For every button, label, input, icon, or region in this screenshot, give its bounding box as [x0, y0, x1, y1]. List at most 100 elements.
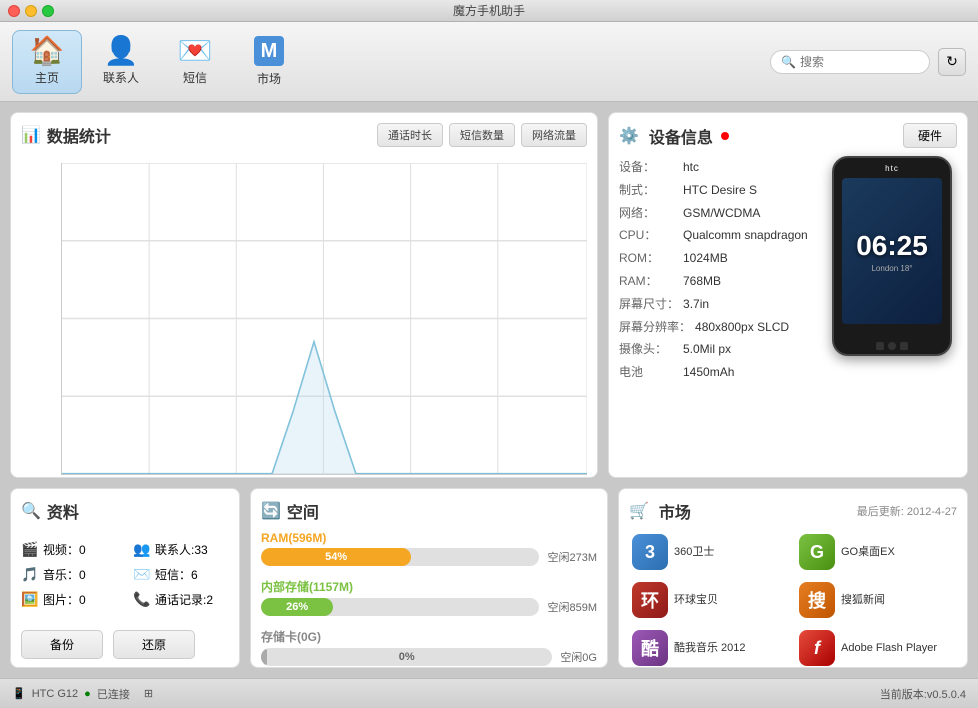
bottom-row: 🔍 资料 🎬 视频：0 👥 联系人:33 🎵 音乐：0 ✉️: [10, 488, 968, 668]
titlebar: 魔方手机助手: [0, 0, 978, 22]
search-icon: 🔍: [781, 55, 796, 69]
connection-label: 已连接: [97, 686, 130, 702]
status-indicator: [721, 132, 729, 140]
ram-percent: 54%: [325, 551, 347, 563]
app-kuwo[interactable]: 酷 酷我音乐 2012: [629, 627, 790, 668]
sms-icon: 💌: [178, 37, 213, 65]
video-count: 视频：0: [43, 541, 86, 558]
x-label-14: 14天前: [61, 477, 89, 478]
calls-count: 通话记录:2: [155, 591, 213, 608]
spec-model: 制式： HTC Desire S: [619, 179, 817, 202]
chart-y-labels: 7000B 5000B 3000B 1000B: [10, 155, 11, 467]
market-panel: 🛒 市场 最后更新: 2012-4-27 3 360卫士 G GO桌面EX 环 …: [618, 488, 968, 668]
phone-screen: 06:25 London 18°: [842, 178, 942, 324]
nav-contacts-label: 联系人: [103, 69, 139, 86]
music-count: 音乐：0: [43, 566, 86, 583]
profile-title: 资料: [47, 499, 79, 523]
profile-icon: 🔍: [21, 501, 41, 521]
search-input[interactable]: [800, 55, 919, 69]
profile-grid: 🎬 视频：0 👥 联系人:33 🎵 音乐：0 ✉️ 短信：6 🖼️: [21, 539, 229, 610]
restore-button[interactable]: 还原: [113, 630, 195, 659]
app-global-icon: 环: [632, 582, 668, 618]
minimize-button[interactable]: [25, 5, 37, 17]
call-duration-btn[interactable]: 通话时长: [377, 123, 443, 147]
spec-camera: 摄像头： 5.0Mil px: [619, 338, 817, 361]
x-label-yesterday: 昨天: [569, 477, 587, 478]
maximize-button[interactable]: [42, 5, 54, 17]
app-360[interactable]: 3 360卫士: [629, 531, 790, 573]
home-icon: 🏠: [30, 37, 65, 65]
y-label-7000: 7000B: [10, 155, 11, 165]
spec-ram: RAM： 768MB: [619, 270, 817, 293]
space-items: RAM(596M) 54% 空闲273M 内部存储(1157M): [261, 531, 597, 668]
device-info-header: ⚙️ 设备信息 硬件: [619, 123, 957, 148]
network-flow-btn[interactable]: 网络流量: [521, 123, 587, 147]
contacts-icon: 👤: [104, 37, 139, 65]
app-go[interactable]: G GO桌面EX: [796, 531, 957, 573]
internal-progress-fill: 26%: [261, 598, 333, 616]
search-box[interactable]: 🔍: [770, 50, 930, 74]
nav-contacts[interactable]: 👤 联系人: [86, 30, 156, 94]
refresh-icon: ↻: [946, 53, 958, 70]
app-go-icon: G: [799, 534, 835, 570]
stats-buttons: 通话时长 短信数量 网络流量: [377, 123, 587, 147]
sms-count: 短信：6: [155, 566, 198, 583]
ram-progress-fill: 54%: [261, 548, 411, 566]
internal-progress-bg: 26%: [261, 598, 539, 616]
market-update-time: 最后更新: 2012-4-27: [857, 503, 957, 519]
market-icon: M: [254, 36, 284, 66]
device-icon: ⚙️: [619, 126, 639, 146]
window-title: 魔方手机助手: [453, 2, 525, 19]
traffic-lights: [8, 5, 54, 17]
spec-screen-size: 屏幕尺寸： 3.7in: [619, 293, 817, 316]
sms-count-btn[interactable]: 短信数量: [449, 123, 515, 147]
y-label-3000: 3000B: [10, 356, 11, 366]
app-global[interactable]: 环 环球宝贝: [629, 579, 790, 621]
ram-space: RAM(596M) 54% 空闲273M: [261, 531, 597, 566]
grid-icon: ⊞: [144, 687, 153, 700]
hardware-button[interactable]: 硬件: [903, 123, 957, 148]
sdcard-percent: 0%: [399, 651, 415, 663]
x-label-4: 4天前: [487, 477, 510, 478]
contacts-count-icon: 👥: [133, 541, 151, 558]
nav-sms[interactable]: 💌 短信: [160, 30, 230, 94]
backup-button[interactable]: 备份: [21, 630, 103, 659]
x-label-8: 8天前: [322, 477, 345, 478]
profile-music: 🎵 音乐：0: [21, 564, 117, 585]
bottombar: 📱 HTC G12 ● 已连接 ⊞ 当前版本:v0.5.0.4: [0, 678, 978, 708]
spec-device: 设备： htc: [619, 156, 817, 179]
chart-area: [61, 163, 587, 475]
refresh-button[interactable]: ↻: [938, 48, 966, 76]
market-header: 🛒 市场 最后更新: 2012-4-27: [629, 499, 957, 523]
device-phone: htc 06:25 London 18°: [827, 156, 957, 384]
contacts-count: 联系人:33: [155, 541, 208, 558]
y-label-5000: 5000B: [10, 256, 11, 266]
close-button[interactable]: [8, 5, 20, 17]
stats-title: 数据统计: [47, 123, 111, 147]
sms-count-icon: ✉️: [133, 566, 151, 583]
toolbar-nav: 🏠 主页 👤 联系人 💌 短信 M 市场: [12, 30, 770, 94]
phone-clock: 06:25: [856, 230, 928, 262]
profile-calls: 📞 通话记录:2: [133, 589, 229, 610]
app-sohu[interactable]: 搜 搜狐新闻: [796, 579, 957, 621]
chart-svg: [62, 163, 587, 474]
app-360-name: 360卫士: [674, 545, 714, 559]
sdcard-free: 空闲0G: [560, 649, 597, 665]
profile-header: 🔍 资料: [21, 499, 229, 523]
nav-home[interactable]: 🏠 主页: [12, 30, 82, 94]
calls-icon: 📞: [133, 591, 151, 608]
device-name: HTC G12: [32, 688, 78, 700]
device-content: 设备： htc 制式： HTC Desire S 网络： GSM/WCDMA C…: [619, 156, 957, 384]
space-title: 空间: [287, 499, 319, 523]
x-label-10: 10天前: [235, 477, 263, 478]
app-sohu-icon: 搜: [799, 582, 835, 618]
photos-icon: 🖼️: [21, 591, 39, 608]
internal-free: 空闲859M: [547, 599, 597, 615]
app-kuwo-icon: 酷: [632, 630, 668, 666]
internal-percent: 26%: [286, 601, 308, 613]
app-flash[interactable]: f Adobe Flash Player: [796, 627, 957, 668]
app-sohu-name: 搜狐新闻: [841, 593, 885, 607]
internal-label: 内部存储(1157M): [261, 578, 597, 595]
nav-market[interactable]: M 市场: [234, 30, 304, 94]
chart-container: 7000B 5000B 3000B 1000B: [21, 155, 587, 467]
